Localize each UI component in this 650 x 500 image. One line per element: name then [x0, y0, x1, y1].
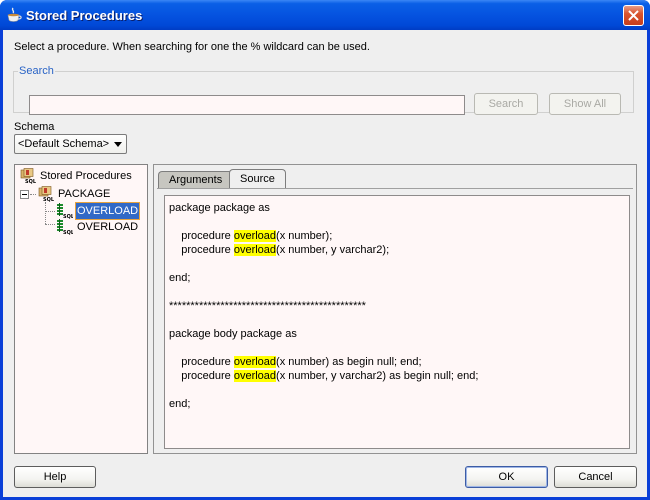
- code-text: procedure: [169, 356, 234, 368]
- code-text: (x number, y varchar2);: [276, 244, 390, 256]
- tab-label: Arguments: [169, 174, 223, 186]
- code-text: package package as: [169, 202, 270, 214]
- code-line: procedure overload(x number, y varchar2)…: [169, 243, 625, 257]
- tree-connector: [30, 194, 36, 195]
- schema-label: Schema: [14, 121, 55, 133]
- tree-node-label: Stored Procedures: [40, 170, 132, 182]
- tree-node-package[interactable]: SQL PACKAGE: [37, 186, 137, 202]
- search-highlight: overload: [233, 356, 277, 368]
- code-text: procedure: [169, 244, 234, 256]
- code-text: package body package as: [169, 328, 297, 340]
- tree-node-root[interactable]: SQL Stored Procedures: [19, 168, 144, 184]
- show-all-button[interactable]: Show All: [549, 93, 621, 115]
- code-line: procedure overload(x number) as begin nu…: [169, 355, 625, 369]
- sql-package-icon: SQL: [20, 168, 36, 184]
- help-button[interactable]: Help: [14, 466, 96, 488]
- sql-procedure-icon: SQL: [57, 219, 73, 235]
- code-text: ****************************************…: [169, 300, 366, 312]
- dialog-body: Select a procedure. When searching for o…: [3, 30, 647, 497]
- search-group-label: Search: [18, 65, 55, 77]
- code-line: end;: [169, 271, 625, 285]
- schema-dropdown[interactable]: <Default Schema>: [14, 134, 127, 154]
- procedure-tree[interactable]: SQL Stored Procedures SQL PACKAGE SQL OV…: [14, 164, 148, 454]
- close-icon: [628, 10, 639, 21]
- details-panel: Arguments Source package package as proc…: [153, 164, 637, 454]
- tab-arguments[interactable]: Arguments: [158, 171, 234, 189]
- code-text: (x number) as begin null; end;: [276, 356, 422, 368]
- code-text: procedure: [169, 370, 234, 382]
- tree-connector: [45, 202, 46, 224]
- stored-procedures-dialog: Stored Procedures Select a procedure. Wh…: [0, 0, 650, 500]
- ok-button-label: OK: [498, 471, 515, 483]
- source-code-view[interactable]: package package as procedure overload(x …: [164, 195, 630, 449]
- ok-button[interactable]: OK: [465, 466, 548, 488]
- search-highlight: overload: [233, 370, 277, 382]
- show-all-button-label: Show All: [563, 98, 607, 110]
- tree-node-procedure[interactable]: SQL OVERLOAD: [56, 219, 146, 235]
- code-line: package body package as: [169, 327, 625, 341]
- code-text: (x number);: [276, 230, 333, 242]
- svg-text:SQL: SQL: [63, 230, 73, 235]
- search-button[interactable]: Search: [474, 93, 538, 115]
- source-tab-content: package package as procedure overload(x …: [157, 188, 633, 452]
- tree-node-label: PACKAGE: [58, 188, 111, 200]
- java-cup-icon: [7, 7, 22, 22]
- collapse-toggle-icon[interactable]: [20, 190, 29, 199]
- code-line: procedure overload(x number);: [169, 229, 625, 243]
- svg-text:SQL: SQL: [25, 179, 36, 184]
- chevron-down-icon: [114, 142, 122, 147]
- cancel-button-label: Cancel: [578, 471, 613, 483]
- search-highlight: overload: [233, 244, 277, 256]
- search-input[interactable]: [29, 95, 465, 115]
- tree-node-procedure[interactable]: SQL OVERLOAD: [56, 202, 146, 220]
- code-text: end;: [169, 398, 191, 410]
- code-line: end;: [169, 397, 625, 411]
- code-text: end;: [169, 272, 191, 284]
- code-text: (x number, y varchar2) as begin null; en…: [276, 370, 479, 382]
- schema-selected-value: <Default Schema>: [18, 138, 110, 150]
- code-line: package package as: [169, 201, 625, 215]
- code-line: procedure overload(x number, y varchar2)…: [169, 369, 625, 383]
- search-group: Search Search Show All: [13, 65, 634, 115]
- tree-node-label: OVERLOAD: [74, 202, 141, 220]
- search-highlight: overload: [233, 230, 277, 242]
- tree-connector: [45, 224, 55, 225]
- title-bar[interactable]: Stored Procedures: [0, 0, 650, 30]
- cancel-button[interactable]: Cancel: [554, 466, 637, 488]
- tab-source[interactable]: Source: [229, 169, 286, 189]
- tree-node-label: OVERLOAD: [77, 221, 139, 233]
- close-button[interactable]: [623, 5, 644, 26]
- code-text: procedure: [169, 230, 234, 242]
- sql-package-icon: SQL: [38, 186, 54, 202]
- code-line: ****************************************…: [169, 299, 625, 313]
- instruction-text: Select a procedure. When searching for o…: [14, 41, 370, 53]
- window-title: Stored Procedures: [26, 8, 143, 23]
- search-button-label: Search: [488, 98, 524, 110]
- sql-procedure-icon: SQL: [57, 203, 73, 219]
- help-button-label: Help: [43, 471, 67, 483]
- tree-connector: [45, 211, 55, 212]
- tab-label: Source: [240, 173, 275, 185]
